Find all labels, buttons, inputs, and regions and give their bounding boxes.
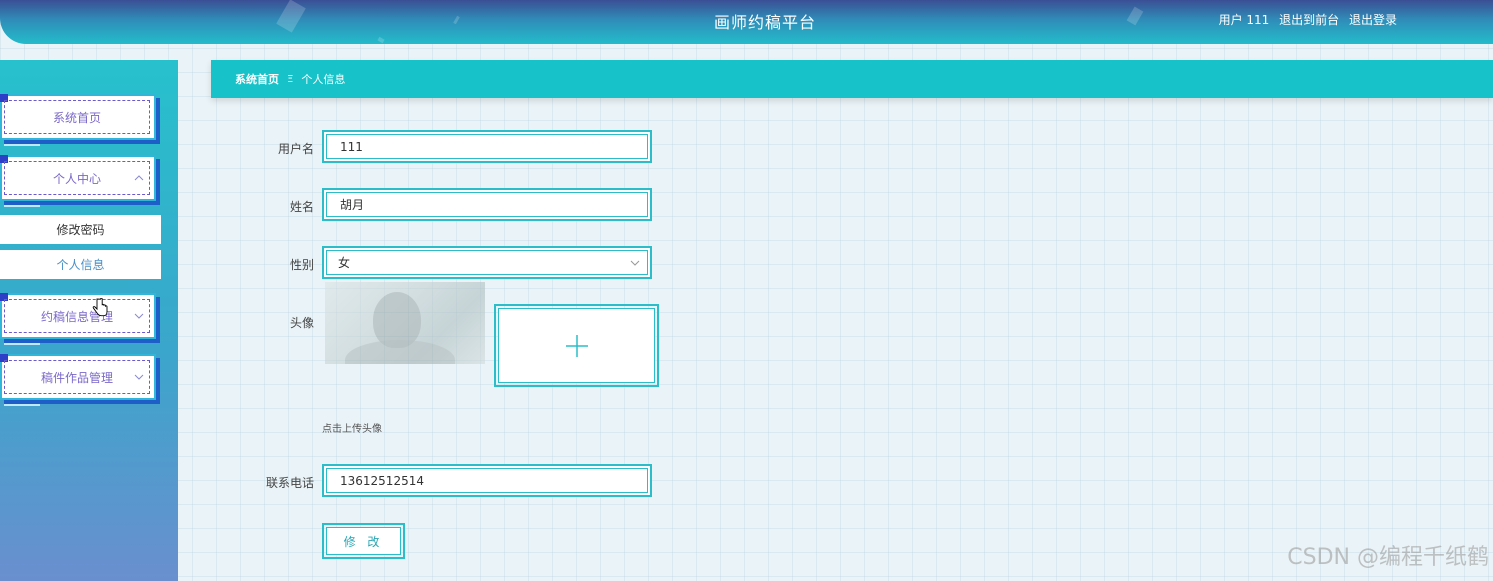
phone-input[interactable]	[338, 472, 647, 489]
menu-divider	[4, 144, 40, 146]
sidebar-subitem-change-password[interactable]: 修改密码	[0, 215, 161, 244]
sidebar-item-label: 约稿信息管理	[4, 299, 150, 333]
submit-button-label: 修 改	[326, 527, 401, 555]
exit-to-front-link[interactable]: 退出到前台	[1279, 13, 1339, 27]
header-decoration	[377, 36, 385, 44]
sidebar-item-label: 稿件作品管理	[4, 360, 150, 394]
sidebar-item-home[interactable]: 系统首页	[0, 94, 156, 140]
gender-select[interactable]: 女	[322, 246, 652, 279]
top-header: 画师约稿平台 用户 111 退出到前台 退出登录	[0, 0, 1493, 44]
logout-link[interactable]: 退出登录	[1349, 13, 1397, 27]
upload-hint: 点击上传头像	[322, 424, 382, 435]
name-label: 姓名	[289, 200, 314, 214]
breadcrumb-separator: Ξ	[287, 73, 294, 85]
current-user: 用户 111	[1218, 13, 1270, 27]
watermark: CSDN @编程千纸鹤	[1287, 545, 1489, 570]
menu-divider	[4, 404, 40, 406]
avatar-preview	[325, 282, 485, 364]
submit-button[interactable]: 修 改	[322, 523, 405, 559]
chevron-down-icon	[134, 374, 144, 380]
breadcrumb-home-link[interactable]: 系统首页	[235, 71, 279, 87]
sidebar-subitem-personal-info[interactable]: 个人信息	[0, 250, 161, 279]
avatar-label: 头像	[289, 316, 314, 330]
menu-divider	[4, 205, 40, 207]
gender-label: 性别	[289, 258, 314, 272]
menu-divider	[4, 343, 40, 345]
chevron-up-icon	[134, 175, 144, 181]
username-input[interactable]	[338, 138, 647, 155]
phone-label: 联系电话	[265, 476, 314, 490]
phone-field[interactable]	[322, 464, 652, 497]
name-input[interactable]	[338, 196, 647, 213]
hand-pointer-icon	[92, 298, 108, 317]
avatar-upload-button[interactable]	[494, 304, 659, 387]
username-field[interactable]	[322, 130, 652, 163]
sidebar-item-artwork-management[interactable]: 稿件作品管理	[0, 354, 156, 400]
user-area: 用户 111 退出到前台 退出登录	[1219, 11, 1397, 28]
sidebar-item-commission-management[interactable]: 约稿信息管理	[0, 293, 156, 339]
name-field[interactable]	[322, 188, 652, 221]
chevron-down-icon	[134, 313, 144, 319]
plus-icon	[565, 334, 588, 357]
chevron-down-icon	[630, 260, 640, 266]
breadcrumb: 系统首页 Ξ 个人信息	[211, 60, 1493, 98]
username-label: 用户名	[277, 142, 314, 156]
gender-selected-value: 女	[326, 250, 648, 275]
sidebar-item-label: 个人中心	[4, 161, 150, 195]
breadcrumb-current: 个人信息	[301, 73, 346, 86]
sidebar-item-label: 系统首页	[4, 100, 150, 134]
sidebar-item-personal-center[interactable]: 个人中心	[0, 155, 156, 201]
